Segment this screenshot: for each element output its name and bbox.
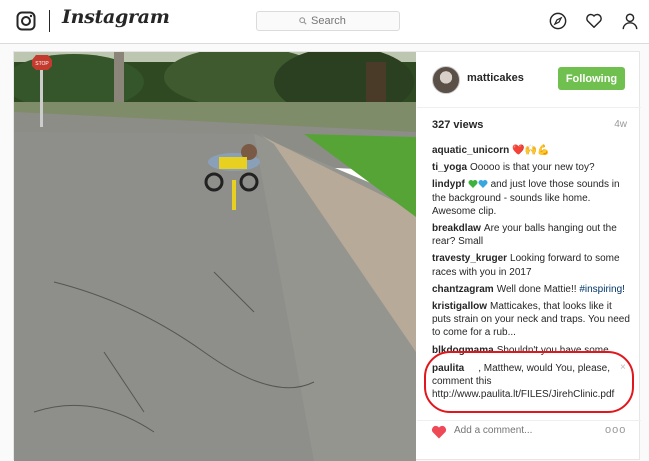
- svg-text:STOP: STOP: [35, 61, 49, 67]
- highlighted-comment: paulita, Matthew, would You, please, com…: [432, 362, 622, 402]
- search-input[interactable]: [311, 15, 357, 27]
- following-button[interactable]: Following: [558, 67, 625, 90]
- comment-text: ❤️🙌💪: [512, 145, 550, 156]
- road-photo-image: STOP: [14, 52, 416, 461]
- list-item: kristigallow Matticakes, that looks like …: [432, 300, 630, 340]
- list-item: travesty_kruger Looking forward to some r…: [432, 252, 630, 278]
- compass-icon[interactable]: [549, 12, 567, 30]
- avatar[interactable]: [432, 66, 460, 94]
- list-item: aquatic_unicorn ❤️🙌💪: [432, 144, 630, 157]
- post-username[interactable]: matticakes: [467, 72, 524, 84]
- heart-icon[interactable]: [585, 12, 603, 30]
- logo-divider: [49, 10, 50, 32]
- search-box[interactable]: [256, 11, 400, 31]
- comment-username[interactable]: aquatic_unicorn: [432, 145, 509, 156]
- comment-username[interactable]: lindypf: [432, 179, 465, 190]
- delete-comment-icon[interactable]: ×: [620, 362, 626, 373]
- comment-list: aquatic_unicorn ❤️🙌💪 ti_yoga Ooooo is that…: [432, 144, 630, 361]
- post-actions: ooo: [417, 420, 641, 461]
- comment-username[interactable]: ti_yoga: [432, 162, 467, 173]
- list-item: lindypf and just love those sounds in th…: [432, 178, 630, 218]
- blue-heart-icon: [478, 180, 488, 189]
- top-navigation-bar: Instagram: [0, 0, 649, 44]
- profile-icon[interactable]: [621, 12, 639, 30]
- green-heart-icon: [468, 180, 478, 189]
- brand-wordmark[interactable]: Instagram: [62, 6, 170, 28]
- comment-username[interactable]: kristigallow: [432, 301, 487, 312]
- post-side-panel: matticakes Following 327 views 4w aquati…: [417, 52, 641, 461]
- comment-text: Well done Mattie!!: [496, 283, 577, 295]
- post-header: matticakes Following: [417, 52, 641, 108]
- search-icon: [299, 17, 307, 25]
- list-item: chantzagram Well done Mattie!! #inspiring…: [432, 283, 630, 296]
- like-heart-icon[interactable]: [431, 425, 447, 439]
- comment-username[interactable]: paulita: [432, 363, 464, 374]
- more-options-icon[interactable]: ooo: [605, 424, 626, 436]
- comment-username[interactable]: breakdlaw: [432, 223, 481, 234]
- list-item: ti_yoga Ooooo is that your new toy?: [432, 161, 630, 174]
- view-count[interactable]: 327 views: [432, 119, 483, 131]
- comment-text: Ooooo is that your new toy?: [470, 162, 595, 174]
- add-comment-input[interactable]: [454, 425, 594, 436]
- comment-username[interactable]: chantzagram: [432, 284, 494, 295]
- post-card: STOP matticakes Following 327 views 4w a…: [13, 51, 641, 461]
- list-item: breakdlaw Are your balls hanging out the …: [432, 222, 630, 248]
- comment-username[interactable]: travesty_kruger: [432, 253, 507, 264]
- instagram-logo-icon[interactable]: [16, 11, 36, 31]
- hashtag-link[interactable]: #inspiring!: [579, 284, 625, 295]
- post-photo[interactable]: STOP: [14, 52, 416, 461]
- post-age[interactable]: 4w: [614, 119, 627, 130]
